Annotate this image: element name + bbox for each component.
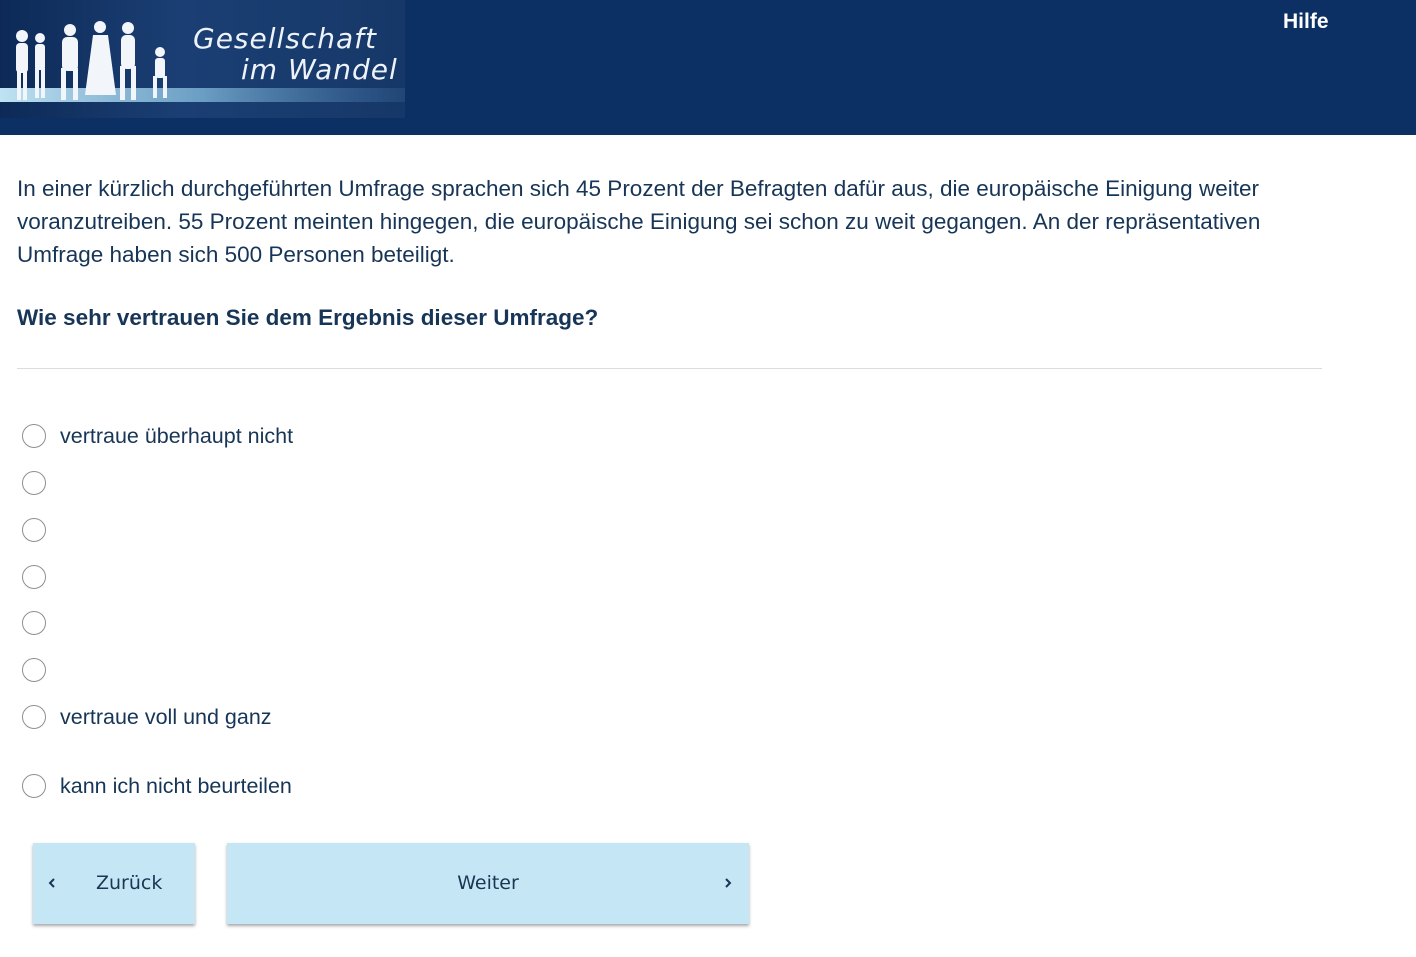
radio-button[interactable] [22, 658, 46, 682]
radio-button[interactable] [22, 611, 46, 635]
chevron-right-icon [725, 878, 732, 888]
answer-option-cannot-judge[interactable]: kann ich nicht beurteilen [22, 773, 292, 799]
back-button-label: Zurück [96, 872, 163, 894]
divider [17, 368, 1322, 369]
answer-label: kann ich nicht beurteilen [60, 773, 292, 798]
answer-option-2[interactable] [22, 470, 60, 496]
logo-text-line2: im Wandel [241, 53, 398, 86]
chevron-left-icon [48, 878, 55, 888]
help-link[interactable]: Hilfe [1283, 10, 1329, 34]
answer-option-5[interactable] [22, 610, 60, 636]
back-button[interactable]: Zurück [33, 843, 195, 924]
radio-button[interactable] [22, 518, 46, 542]
answer-option-4[interactable] [22, 564, 60, 590]
answer-option-7[interactable]: vertraue voll und ganz [22, 704, 272, 730]
answer-label: vertraue überhaupt nicht [60, 423, 294, 448]
answer-option-6[interactable] [22, 657, 60, 683]
radio-button[interactable] [22, 424, 46, 448]
answer-label: vertraue voll und ganz [60, 704, 272, 729]
radio-button[interactable] [22, 705, 46, 729]
survey-intro-text: In einer kürzlich durchgeführten Umfrage… [17, 176, 1261, 267]
radio-button[interactable] [22, 471, 46, 495]
answer-option-1[interactable]: vertraue überhaupt nicht [22, 423, 293, 449]
next-button-label: Weiter [457, 872, 519, 894]
answer-option-3[interactable] [22, 517, 60, 543]
logo-text-line1: Gesellschaft [193, 22, 378, 55]
question-text: Wie sehr vertrauen Sie dem Ergebnis dies… [17, 305, 599, 330]
header-bar: Gesellschaft im Wandel Hilfe [0, 0, 1416, 135]
radio-button[interactable] [22, 774, 46, 798]
radio-button[interactable] [22, 565, 46, 589]
next-button[interactable]: Weiter [227, 843, 749, 924]
logo: Gesellschaft im Wandel [0, 0, 405, 118]
